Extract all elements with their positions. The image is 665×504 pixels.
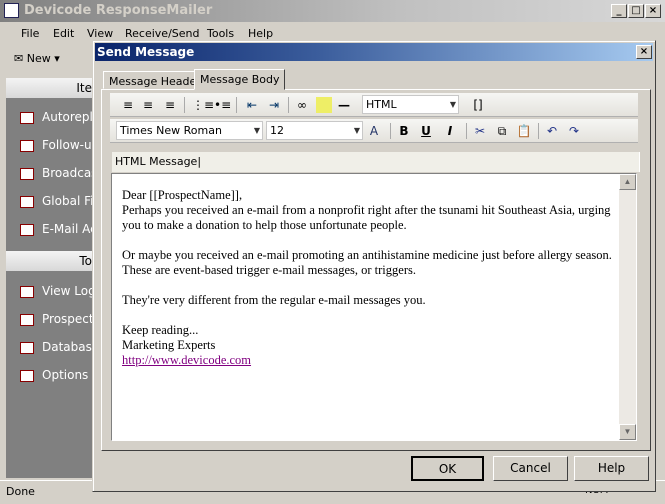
new-label: New	[26, 52, 51, 65]
paste-icon[interactable]: 📋	[516, 123, 532, 139]
font-select[interactable]: Times New Roman ▼	[116, 121, 263, 140]
menu-tools[interactable]: Tools	[207, 27, 234, 40]
label: Follow-up	[42, 138, 100, 152]
new-icon: ✉	[14, 52, 24, 65]
greeting: Dear [[ProspectName]],	[122, 188, 243, 202]
menu-receive-send[interactable]: Receive/Send	[125, 27, 199, 40]
menu-view[interactable]: View	[87, 27, 113, 40]
paragraph: They're very different from the regular …	[122, 293, 426, 307]
maximize-button[interactable]: □	[628, 4, 644, 18]
cancel-button[interactable]: Cancel	[493, 456, 568, 481]
brackets-icon[interactable]: []	[470, 97, 486, 113]
sidebar-header-tools[interactable]: To	[6, 251, 92, 271]
person-icon	[20, 313, 34, 326]
ok-button[interactable]: OK	[411, 456, 484, 481]
image-icon[interactable]	[316, 97, 332, 113]
italic-icon[interactable]: I	[442, 123, 458, 139]
font-toolbar: Times New Roman ▼ 12 ▼ A B U I ✂ ⧉ 📋 ↶ ↷	[110, 119, 638, 143]
sidebar-item-view-logs[interactable]: View Logs	[20, 284, 102, 298]
signature: Marketing Experts	[122, 338, 216, 352]
sidebar-item-email-accounts[interactable]: E-Mail Acc	[20, 222, 103, 236]
font-value: Times New Roman	[120, 124, 222, 137]
format-select[interactable]: HTML ▼	[362, 95, 459, 114]
menu-edit[interactable]: Edit	[53, 27, 74, 40]
size-select[interactable]: 12 ▼	[266, 121, 363, 140]
underline-icon[interactable]: U	[418, 123, 434, 139]
app-title: Devicode ResponseMailer	[24, 3, 213, 18]
minimize-button[interactable]: _	[611, 4, 627, 18]
sidebar-item-database[interactable]: Database	[20, 340, 99, 354]
dialog-title: Send Message	[97, 45, 195, 59]
sidebar-item-autoreply[interactable]: Autoreply	[20, 110, 100, 124]
sidebar: Ite Autoreply Follow-up Broadcast Global…	[6, 78, 108, 478]
website-link[interactable]: http://www.devicode.com	[122, 353, 251, 367]
paragraph: Or maybe you received an e-mail promotin…	[122, 248, 612, 277]
database-icon	[20, 341, 34, 354]
status-text: Done	[6, 485, 35, 498]
doc-icon	[20, 285, 34, 298]
size-value: 12	[270, 124, 284, 137]
menu-help[interactable]: Help	[248, 27, 273, 40]
align-center-icon[interactable]: ≡	[140, 97, 156, 113]
indent-icon[interactable]: ⇥	[266, 97, 282, 113]
font-color-icon[interactable]: A	[366, 123, 382, 139]
app-title-bar: Devicode ResponseMailer	[0, 0, 665, 22]
bullet-list-icon[interactable]: •≡	[214, 97, 231, 113]
field-label: HTML Message	[115, 155, 198, 168]
horizontal-rule-icon[interactable]: —	[336, 97, 352, 113]
sidebar-item-broadcast[interactable]: Broadcast	[20, 166, 102, 180]
email-accounts-icon	[20, 223, 34, 236]
scroll-up-button[interactable]: ▲	[619, 174, 636, 190]
dialog-close-button[interactable]: ×	[636, 45, 652, 59]
tab-message-body[interactable]: Message Body	[194, 69, 286, 90]
tab-message-header[interactable]: Message Header	[103, 71, 207, 89]
sidebar-item-options[interactable]: Options	[20, 368, 88, 382]
link-icon[interactable]: ∞	[294, 97, 310, 113]
follow-up-icon	[20, 139, 34, 152]
paragraph: Perhaps you received an e-mail from a no…	[122, 203, 611, 232]
sidebar-item-follow-up[interactable]: Follow-up	[20, 138, 99, 152]
send-message-dialog: Send Message × Message Header Message Bo…	[92, 40, 656, 492]
wrench-icon	[20, 369, 34, 382]
new-button[interactable]: ✉ New ▾	[14, 52, 60, 65]
align-left-icon[interactable]: ≡	[120, 97, 136, 113]
message-editor[interactable]: Dear [[ProspectName]], Perhaps you recei…	[111, 173, 637, 441]
app-icon	[4, 3, 19, 18]
dialog-title-bar: Send Message	[95, 43, 653, 61]
cut-icon[interactable]: ✂	[472, 123, 488, 139]
format-toolbar: ≡ ≡ ≡ ⋮≡ •≡ ⇤ ⇥ ∞ — HTML ▼ []	[110, 93, 638, 117]
help-button[interactable]: Help	[574, 456, 649, 481]
autoreply-icon	[20, 111, 34, 124]
html-message-label: HTML Message|	[112, 152, 640, 172]
broadcast-icon	[20, 167, 34, 180]
menu-file[interactable]: File	[21, 27, 39, 40]
label: Database	[42, 340, 100, 354]
outdent-icon[interactable]: ⇤	[244, 97, 260, 113]
numbered-list-icon[interactable]: ⋮≡	[192, 97, 214, 113]
close-button[interactable]: ×	[645, 4, 661, 18]
bold-icon[interactable]: B	[396, 123, 412, 139]
closing: Keep reading...	[122, 323, 199, 337]
editor-scrollbar[interactable]: ▲ ▼	[619, 174, 636, 440]
format-value: HTML	[366, 98, 397, 111]
sidebar-header-items[interactable]: Ite	[6, 78, 92, 98]
redo-icon[interactable]: ↷	[566, 123, 582, 139]
align-right-icon[interactable]: ≡	[162, 97, 178, 113]
label: Options	[42, 368, 89, 382]
undo-icon[interactable]: ↶	[544, 123, 560, 139]
global-fields-icon	[20, 195, 34, 208]
copy-icon[interactable]: ⧉	[494, 123, 510, 139]
scroll-down-button[interactable]: ▼	[619, 424, 636, 440]
